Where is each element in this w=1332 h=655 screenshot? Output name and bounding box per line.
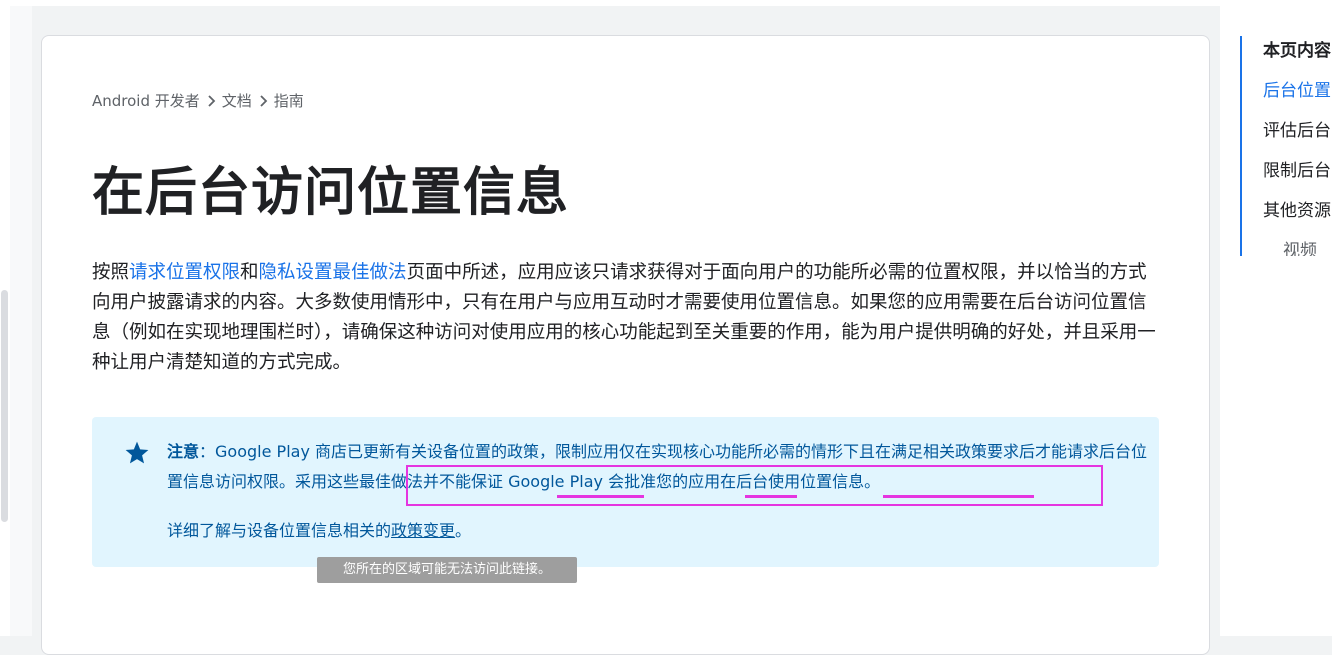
breadcrumb-item-android-developers[interactable]: Android 开发者 (92, 90, 200, 111)
breadcrumb-item-guides[interactable]: 指南 (274, 90, 304, 111)
note-policy-line: 详细了解与设备位置信息相关的政策变更。 (167, 516, 471, 546)
intro-prefix: 按照 (92, 262, 130, 283)
intro-paragraph: 按照请求位置权限和隐私设置最佳做法页面中所述，应用应该只请求获得对于面向用户的功… (92, 258, 1162, 378)
left-background (10, 6, 32, 636)
note-line2-suffix: 。 (455, 521, 472, 540)
breadcrumb: Android 开发者 文档 指南 (92, 90, 304, 111)
breadcrumb-item-docs[interactable]: 文档 (222, 90, 252, 111)
highlight-underline (883, 495, 1034, 498)
link-request-location-permissions[interactable]: 请求位置权限 (129, 262, 240, 283)
chevron-right-icon (200, 93, 222, 109)
policy-change-link[interactable]: 政策变更 (391, 521, 455, 540)
highlight-underline (557, 495, 644, 498)
toc-item-evaluate[interactable]: 评估后台 (1263, 116, 1331, 141)
toc-item-limit[interactable]: 限制后台 (1263, 156, 1331, 181)
intro-and: 和 (240, 262, 259, 283)
page-title: 在后台访问位置信息 (92, 163, 570, 223)
note-label: 注意 (167, 442, 200, 461)
highlight-box (406, 465, 1103, 506)
note-line2-prefix: 详细了解与设备位置信息相关的 (167, 521, 392, 540)
toc-subitem-videos[interactable]: 视频 (1283, 236, 1317, 256)
top-strip (0, 0, 1332, 6)
note-colon: ： (199, 442, 216, 461)
chevron-right-icon (252, 93, 274, 109)
region-unavailable-tooltip: 您所在的区域可能无法访问此链接。 (317, 557, 577, 583)
toc-title: 本页内容 (1263, 41, 1331, 61)
highlight-underline (745, 495, 797, 498)
toc-item-background-location[interactable]: 后台位置 (1263, 76, 1331, 101)
left-scrollbar[interactable] (1, 290, 8, 522)
star-icon (125, 441, 149, 464)
table-of-contents: 本页内容 后台位置 评估后台 限制后台 其他资源 视频 (1240, 36, 1332, 256)
toc-item-additional-resources[interactable]: 其他资源 (1263, 196, 1331, 221)
link-privacy-best-practices[interactable]: 隐私设置最佳做法 (259, 262, 407, 283)
